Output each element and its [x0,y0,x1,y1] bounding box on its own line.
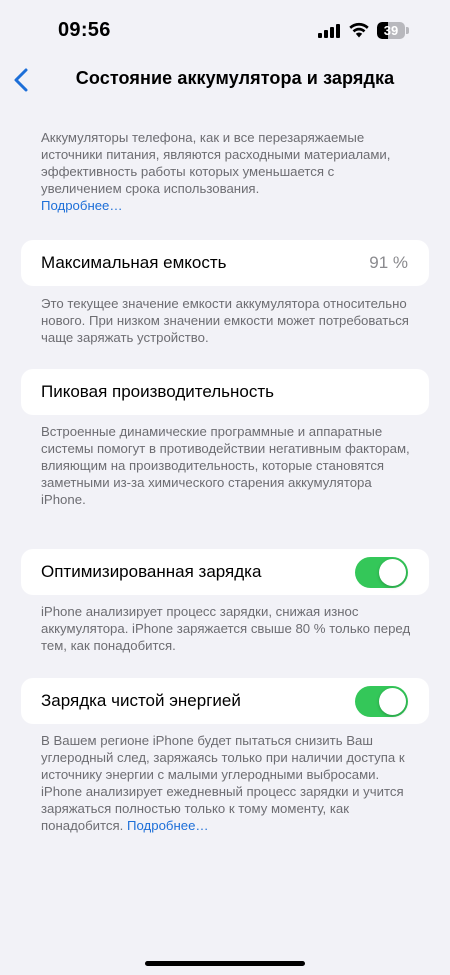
battery-settings-screen: 09:56 39 Состояние аккумулятора и зарядк… [0,0,450,975]
peak-performance-label: Пиковая производительность [41,382,275,401]
optimized-charging-label: Оптимизированная зарядка [41,562,262,581]
max-capacity-label: Максимальная емкость [41,253,227,272]
optimized-charging-toggle[interactable] [355,557,408,588]
cellular-signal-icon [318,24,342,38]
page-title: Состояние аккумулятора и зарядка [75,68,395,88]
status-time: 09:56 [58,19,111,41]
clean-energy-toggle[interactable] [355,686,408,717]
max-capacity-row: Максимальная емкость 91 % [21,240,429,286]
intro-description: Аккумуляторы телефона, как и все перезар… [41,129,411,214]
max-capacity-value: 91 % [369,253,408,272]
optimized-charging-description: iPhone анализирует процесс зарядки, сниж… [41,604,411,653]
home-indicator[interactable] [145,961,305,966]
clean-energy-description: В Вашем регионе iPhone будет пытаться сн… [41,732,411,834]
toggle-knob [379,559,406,586]
clean-energy-more-link[interactable]: Подробнее… [127,818,209,833]
peak-performance-row: Пиковая производительность [21,369,429,415]
clean-energy-label: Зарядка чистой энергией [41,691,241,710]
clean-energy-text: В Вашем регионе iPhone будет пытаться сн… [41,733,405,833]
toggle-knob [379,688,406,715]
battery-icon: 39 [377,22,409,39]
clean-energy-row: Зарядка чистой энергией [21,678,429,724]
peak-performance-description: Встроенные динамические программные и ап… [41,424,410,507]
max-capacity-description: Это текущее значение емкости аккумулятор… [41,296,409,345]
battery-percent: 39 [383,23,399,38]
back-button[interactable] [8,62,38,98]
chevron-left-icon [14,68,28,92]
intro-more-link[interactable]: Подробнее… [41,198,123,213]
wifi-icon [349,22,369,38]
optimized-charging-row: Оптимизированная зарядка [21,549,429,595]
intro-text: Аккумуляторы телефона, как и все перезар… [41,130,391,196]
status-bar: 09:56 39 [0,0,450,60]
